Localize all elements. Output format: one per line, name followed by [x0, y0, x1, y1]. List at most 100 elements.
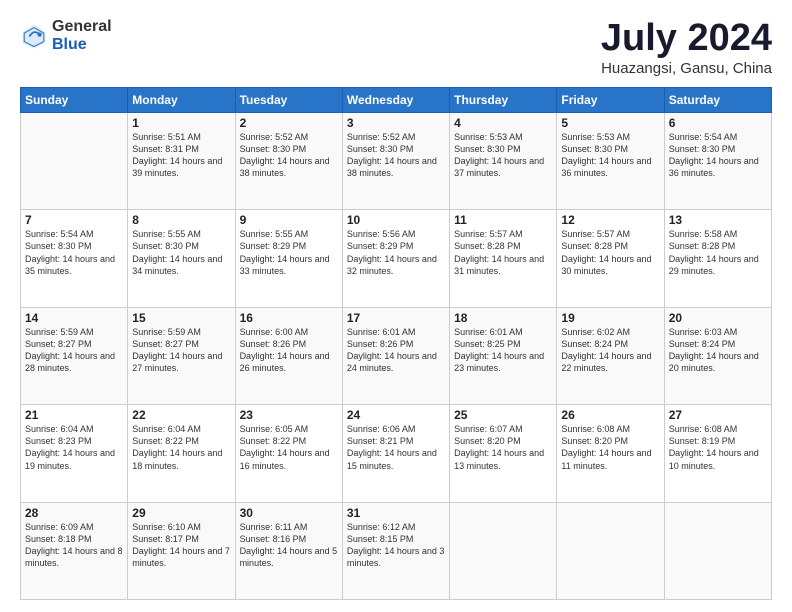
day-number: 10	[347, 213, 445, 227]
day-info: Sunrise: 6:09 AM Sunset: 8:18 PM Dayligh…	[25, 521, 123, 570]
calendar-cell: 9Sunrise: 5:55 AM Sunset: 8:29 PM Daylig…	[235, 210, 342, 307]
calendar-cell: 6Sunrise: 5:54 AM Sunset: 8:30 PM Daylig…	[664, 112, 771, 209]
calendar-cell: 8Sunrise: 5:55 AM Sunset: 8:30 PM Daylig…	[128, 210, 235, 307]
calendar-header-wednesday: Wednesday	[342, 87, 449, 112]
day-info: Sunrise: 6:07 AM Sunset: 8:20 PM Dayligh…	[454, 423, 552, 472]
calendar-header-tuesday: Tuesday	[235, 87, 342, 112]
calendar-header-monday: Monday	[128, 87, 235, 112]
day-info: Sunrise: 5:52 AM Sunset: 8:30 PM Dayligh…	[240, 131, 338, 180]
calendar-header-row: SundayMondayTuesdayWednesdayThursdayFrid…	[21, 87, 772, 112]
day-number: 29	[132, 506, 230, 520]
calendar-cell: 10Sunrise: 5:56 AM Sunset: 8:29 PM Dayli…	[342, 210, 449, 307]
day-number: 17	[347, 311, 445, 325]
calendar-cell: 2Sunrise: 5:52 AM Sunset: 8:30 PM Daylig…	[235, 112, 342, 209]
calendar-cell: 30Sunrise: 6:11 AM Sunset: 8:16 PM Dayli…	[235, 502, 342, 599]
day-info: Sunrise: 6:08 AM Sunset: 8:19 PM Dayligh…	[669, 423, 767, 472]
day-info: Sunrise: 6:10 AM Sunset: 8:17 PM Dayligh…	[132, 521, 230, 570]
day-number: 22	[132, 408, 230, 422]
logo: General Blue	[20, 18, 112, 53]
calendar-cell: 26Sunrise: 6:08 AM Sunset: 8:20 PM Dayli…	[557, 405, 664, 502]
day-number: 16	[240, 311, 338, 325]
day-info: Sunrise: 5:53 AM Sunset: 8:30 PM Dayligh…	[454, 131, 552, 180]
day-info: Sunrise: 5:55 AM Sunset: 8:29 PM Dayligh…	[240, 228, 338, 277]
day-number: 13	[669, 213, 767, 227]
calendar-cell: 1Sunrise: 5:51 AM Sunset: 8:31 PM Daylig…	[128, 112, 235, 209]
calendar-cell: 7Sunrise: 5:54 AM Sunset: 8:30 PM Daylig…	[21, 210, 128, 307]
day-info: Sunrise: 6:12 AM Sunset: 8:15 PM Dayligh…	[347, 521, 445, 570]
calendar-cell: 5Sunrise: 5:53 AM Sunset: 8:30 PM Daylig…	[557, 112, 664, 209]
day-info: Sunrise: 6:00 AM Sunset: 8:26 PM Dayligh…	[240, 326, 338, 375]
header: General Blue July 2024 Huazangsi, Gansu,…	[20, 18, 772, 77]
day-number: 19	[561, 311, 659, 325]
day-number: 27	[669, 408, 767, 422]
day-number: 26	[561, 408, 659, 422]
day-info: Sunrise: 6:01 AM Sunset: 8:25 PM Dayligh…	[454, 326, 552, 375]
calendar-cell: 25Sunrise: 6:07 AM Sunset: 8:20 PM Dayli…	[450, 405, 557, 502]
calendar-cell: 19Sunrise: 6:02 AM Sunset: 8:24 PM Dayli…	[557, 307, 664, 404]
day-number: 18	[454, 311, 552, 325]
logo-blue-text: Blue	[52, 36, 112, 54]
page: General Blue July 2024 Huazangsi, Gansu,…	[0, 0, 792, 612]
calendar-week-row: 21Sunrise: 6:04 AM Sunset: 8:23 PM Dayli…	[21, 405, 772, 502]
day-number: 11	[454, 213, 552, 227]
calendar-header-thursday: Thursday	[450, 87, 557, 112]
day-info: Sunrise: 5:59 AM Sunset: 8:27 PM Dayligh…	[25, 326, 123, 375]
calendar-cell: 16Sunrise: 6:00 AM Sunset: 8:26 PM Dayli…	[235, 307, 342, 404]
day-info: Sunrise: 5:58 AM Sunset: 8:28 PM Dayligh…	[669, 228, 767, 277]
day-info: Sunrise: 5:56 AM Sunset: 8:29 PM Dayligh…	[347, 228, 445, 277]
day-info: Sunrise: 5:51 AM Sunset: 8:31 PM Dayligh…	[132, 131, 230, 180]
day-number: 31	[347, 506, 445, 520]
day-number: 24	[347, 408, 445, 422]
day-info: Sunrise: 5:57 AM Sunset: 8:28 PM Dayligh…	[454, 228, 552, 277]
day-info: Sunrise: 6:04 AM Sunset: 8:22 PM Dayligh…	[132, 423, 230, 472]
day-info: Sunrise: 5:54 AM Sunset: 8:30 PM Dayligh…	[25, 228, 123, 277]
calendar-cell: 12Sunrise: 5:57 AM Sunset: 8:28 PM Dayli…	[557, 210, 664, 307]
day-number: 4	[454, 116, 552, 130]
day-number: 28	[25, 506, 123, 520]
calendar-cell: 28Sunrise: 6:09 AM Sunset: 8:18 PM Dayli…	[21, 502, 128, 599]
calendar-cell: 18Sunrise: 6:01 AM Sunset: 8:25 PM Dayli…	[450, 307, 557, 404]
day-number: 7	[25, 213, 123, 227]
day-info: Sunrise: 6:03 AM Sunset: 8:24 PM Dayligh…	[669, 326, 767, 375]
day-info: Sunrise: 5:55 AM Sunset: 8:30 PM Dayligh…	[132, 228, 230, 277]
calendar-week-row: 7Sunrise: 5:54 AM Sunset: 8:30 PM Daylig…	[21, 210, 772, 307]
day-number: 5	[561, 116, 659, 130]
day-number: 23	[240, 408, 338, 422]
title-block: July 2024 Huazangsi, Gansu, China	[601, 18, 772, 77]
day-number: 25	[454, 408, 552, 422]
day-info: Sunrise: 6:08 AM Sunset: 8:20 PM Dayligh…	[561, 423, 659, 472]
day-info: Sunrise: 6:01 AM Sunset: 8:26 PM Dayligh…	[347, 326, 445, 375]
calendar-cell: 29Sunrise: 6:10 AM Sunset: 8:17 PM Dayli…	[128, 502, 235, 599]
calendar-cell: 24Sunrise: 6:06 AM Sunset: 8:21 PM Dayli…	[342, 405, 449, 502]
calendar-cell: 4Sunrise: 5:53 AM Sunset: 8:30 PM Daylig…	[450, 112, 557, 209]
calendar-cell	[21, 112, 128, 209]
day-info: Sunrise: 6:11 AM Sunset: 8:16 PM Dayligh…	[240, 521, 338, 570]
day-number: 3	[347, 116, 445, 130]
day-number: 12	[561, 213, 659, 227]
calendar-cell: 22Sunrise: 6:04 AM Sunset: 8:22 PM Dayli…	[128, 405, 235, 502]
day-info: Sunrise: 5:57 AM Sunset: 8:28 PM Dayligh…	[561, 228, 659, 277]
calendar-cell: 27Sunrise: 6:08 AM Sunset: 8:19 PM Dayli…	[664, 405, 771, 502]
calendar-cell: 20Sunrise: 6:03 AM Sunset: 8:24 PM Dayli…	[664, 307, 771, 404]
calendar-header-friday: Friday	[557, 87, 664, 112]
day-info: Sunrise: 5:59 AM Sunset: 8:27 PM Dayligh…	[132, 326, 230, 375]
calendar-cell: 31Sunrise: 6:12 AM Sunset: 8:15 PM Dayli…	[342, 502, 449, 599]
day-info: Sunrise: 5:53 AM Sunset: 8:30 PM Dayligh…	[561, 131, 659, 180]
calendar-header-sunday: Sunday	[21, 87, 128, 112]
main-title: July 2024	[601, 18, 772, 60]
calendar-week-row: 28Sunrise: 6:09 AM Sunset: 8:18 PM Dayli…	[21, 502, 772, 599]
calendar-cell: 15Sunrise: 5:59 AM Sunset: 8:27 PM Dayli…	[128, 307, 235, 404]
calendar-header-saturday: Saturday	[664, 87, 771, 112]
day-info: Sunrise: 5:52 AM Sunset: 8:30 PM Dayligh…	[347, 131, 445, 180]
calendar-week-row: 1Sunrise: 5:51 AM Sunset: 8:31 PM Daylig…	[21, 112, 772, 209]
calendar-week-row: 14Sunrise: 5:59 AM Sunset: 8:27 PM Dayli…	[21, 307, 772, 404]
calendar-cell: 23Sunrise: 6:05 AM Sunset: 8:22 PM Dayli…	[235, 405, 342, 502]
day-number: 8	[132, 213, 230, 227]
day-number: 15	[132, 311, 230, 325]
calendar-cell	[664, 502, 771, 599]
day-number: 20	[669, 311, 767, 325]
calendar-cell: 17Sunrise: 6:01 AM Sunset: 8:26 PM Dayli…	[342, 307, 449, 404]
calendar-cell	[450, 502, 557, 599]
logo-text: General Blue	[52, 18, 112, 53]
day-number: 9	[240, 213, 338, 227]
